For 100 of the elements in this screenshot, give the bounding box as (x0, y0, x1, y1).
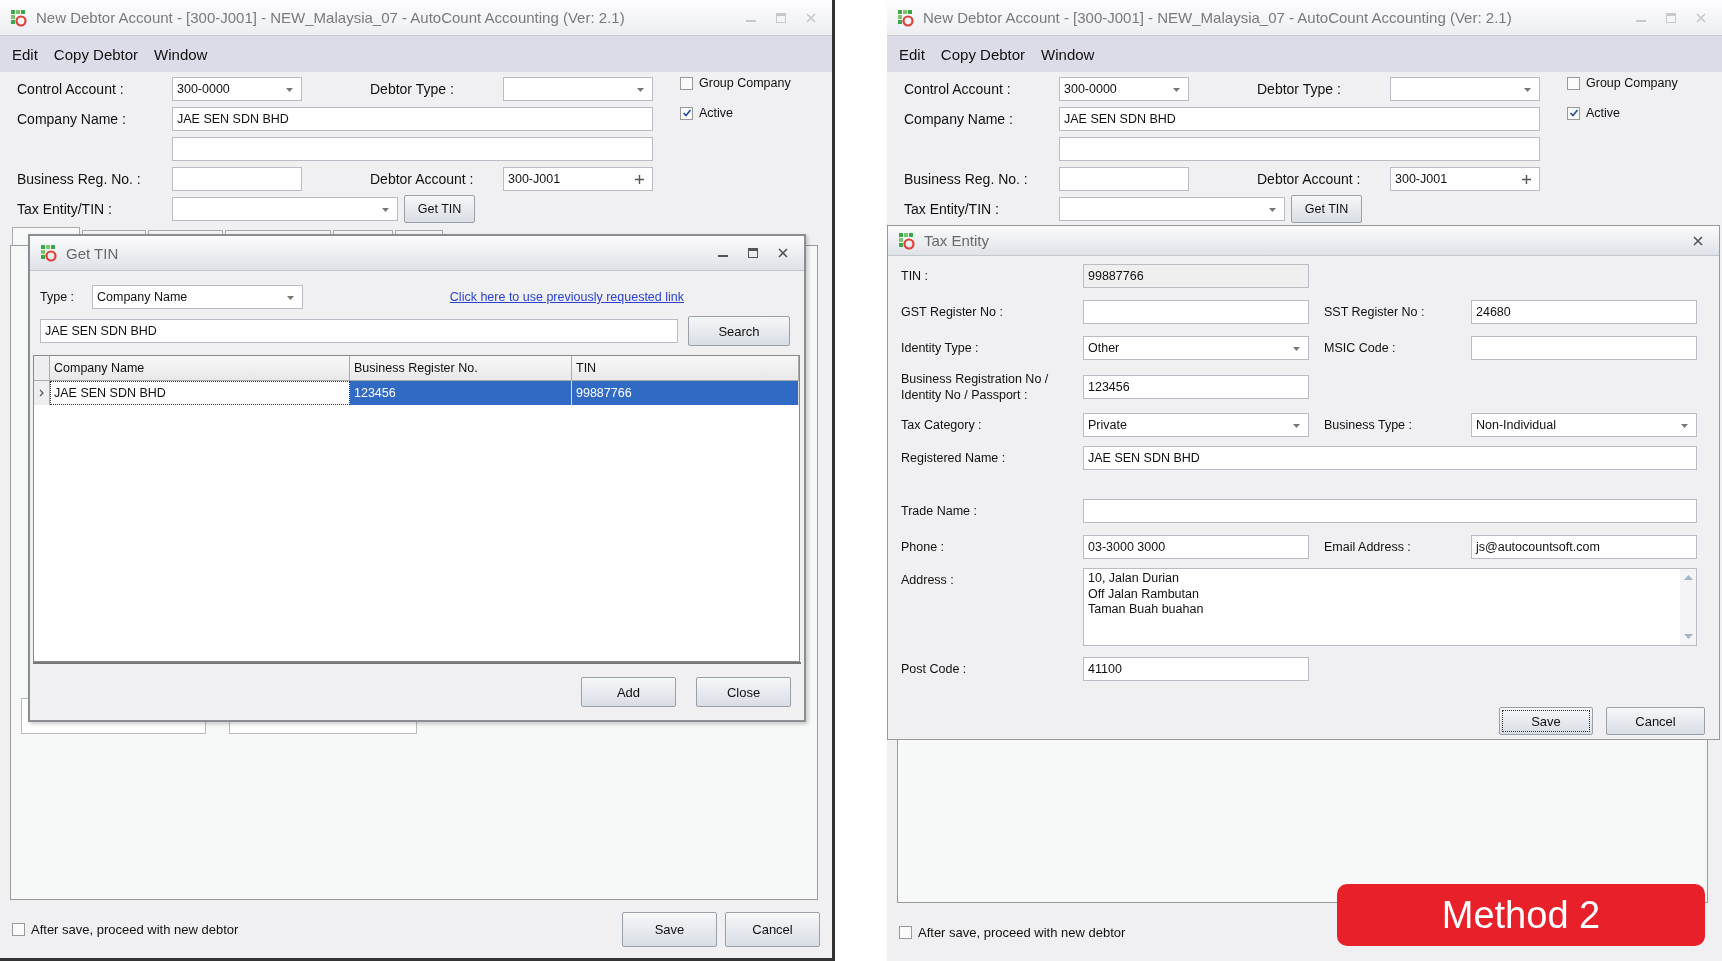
dropdown-field[interactable]: Other (1083, 336, 1309, 360)
get-tin-button[interactable]: Get TIN (1291, 195, 1362, 223)
menu-item[interactable]: Copy Debtor (53, 45, 139, 63)
caret-icon (1293, 347, 1300, 351)
menu-item[interactable]: Edit (899, 45, 925, 63)
field-label: TIN : (901, 268, 929, 284)
field-label: Business Type : (1324, 417, 1412, 433)
field-label: GST Register No : (901, 304, 1003, 320)
plus-icon[interactable] (1522, 175, 1531, 184)
text-field[interactable]: js@autocountsoft.com (1471, 535, 1697, 559)
menu-item[interactable]: Edit (12, 45, 38, 63)
method-badge: Method 2 (1337, 884, 1705, 946)
caret-icon (1524, 88, 1531, 92)
table-cell[interactable]: 99887766 (572, 381, 799, 405)
field-label: Tax Entity/TIN : (17, 201, 113, 217)
dropdown-field[interactable]: Private (1083, 413, 1309, 437)
column-header[interactable]: TIN (572, 356, 799, 380)
search-button[interactable]: Search (688, 316, 790, 346)
caret-icon (286, 88, 293, 92)
text-field[interactable]: 123456 (1083, 375, 1309, 399)
checkbox-label: After save, proceed with new debtor (918, 924, 1126, 940)
dropdown-field[interactable]: Company Name (92, 285, 303, 309)
dropdown-field[interactable]: Non-Individual (1471, 413, 1697, 437)
checkbox-label: Group Company (699, 76, 791, 90)
checkbox-label: Active (699, 106, 734, 120)
caret-icon (637, 88, 644, 92)
checkbox[interactable] (12, 922, 25, 936)
caret-icon (1293, 424, 1300, 428)
dropdown-field[interactable] (1390, 77, 1540, 101)
app-icon (10, 8, 28, 27)
checkbox[interactable] (899, 925, 912, 939)
table-cell[interactable]: JAE SEN SDN BHD (50, 381, 350, 405)
field-label: Tax Category : (901, 417, 982, 433)
window-title: New Debtor Account - [300-J001] - NEW_Malaysia_07 - AutoCount Accounting (Ver: 2.1) (36, 9, 625, 26)
menu-item[interactable]: Window (154, 45, 208, 63)
dropdown-field[interactable]: 300-0000 (1059, 77, 1189, 101)
dialog-button[interactable]: Close (696, 677, 791, 707)
window-title: New Debtor Account - [300-J001] - NEW_Malaysia_07 - AutoCount Accounting (Ver: 2.1) (923, 9, 1512, 26)
field-label: Debtor Type : (1257, 81, 1342, 97)
text-field[interactable] (1059, 137, 1540, 161)
field-label: Email Address : (1324, 539, 1411, 555)
field-label: Phone : (901, 539, 945, 555)
checkbox-label: After save, proceed with new debtor (31, 921, 239, 937)
text-field[interactable]: 24680 (1471, 300, 1697, 324)
dropdown-field[interactable] (172, 197, 398, 221)
field-label: Debtor Type : (370, 81, 455, 97)
checkbox[interactable] (680, 76, 693, 90)
text-field[interactable]: JAE SEN SDN BHD (1059, 107, 1540, 131)
text-field[interactable]: 03-3000 3000 (1083, 535, 1309, 559)
text-field[interactable] (1471, 336, 1697, 360)
footer-button[interactable]: Save (622, 911, 717, 947)
address-text: 10, Jalan Durian Off Jalan Rambutan Taman Buah buahan (1087, 570, 1205, 618)
scroll-up-icon[interactable] (1683, 575, 1693, 580)
close-icon[interactable] (1693, 235, 1703, 246)
plus-icon[interactable] (635, 175, 644, 184)
dialog-title: Tax Entity (924, 232, 990, 249)
text-field[interactable] (172, 167, 302, 191)
get-tin-button[interactable]: Get TIN (404, 195, 475, 223)
caret-icon (1173, 88, 1180, 92)
field-label: Identity Type : (901, 340, 979, 356)
dropdown-field[interactable] (503, 77, 653, 101)
app-icon (898, 231, 916, 250)
dialog-button[interactable]: Add (581, 677, 676, 707)
maximize-icon[interactable] (748, 248, 758, 258)
text-field[interactable]: JAE SEN SDN BHD (172, 107, 653, 131)
checkbox[interactable] (1567, 106, 1580, 120)
field-label: Company Name : (17, 111, 127, 127)
column-header[interactable]: Company Name (50, 356, 350, 380)
text-field[interactable] (1083, 300, 1309, 324)
field-label: Debtor Account : (370, 171, 475, 187)
table-cell[interactable]: 123456 (350, 381, 572, 405)
text-field[interactable]: JAE SEN SDN BHD (1083, 446, 1697, 470)
link[interactable]: Click here to use previously requested link (449, 290, 684, 304)
field-label: Business Registration No / Identity No / Passport : (901, 371, 1050, 403)
dropdown-field[interactable]: 300-0000 (172, 77, 302, 101)
text-field[interactable]: 41100 (1083, 657, 1309, 681)
scrollbar[interactable] (1680, 569, 1696, 645)
search-field[interactable]: JAE SEN SDN BHD (40, 319, 678, 343)
close-icon[interactable] (778, 248, 788, 258)
chevron-icon (39, 389, 44, 397)
text-field[interactable]: 300-J001 (503, 167, 653, 191)
scroll-down-icon[interactable] (1683, 634, 1693, 639)
menu-item[interactable]: Window (1041, 45, 1095, 63)
text-field[interactable] (1083, 499, 1697, 523)
menu-item[interactable]: Copy Debtor (940, 45, 1026, 63)
field-label: Business Reg. No. : (17, 171, 142, 187)
text-field[interactable] (172, 137, 653, 161)
row-indicator[interactable] (34, 381, 50, 405)
footer-button[interactable]: Cancel (725, 911, 820, 947)
field-label: Type : (40, 290, 76, 304)
text-field[interactable]: 300-J001 (1390, 167, 1540, 191)
checkbox[interactable] (1567, 76, 1580, 90)
app-icon (40, 244, 58, 262)
dialog-button[interactable]: Save (1499, 707, 1593, 735)
dialog-button[interactable]: Cancel (1606, 707, 1705, 735)
checkbox[interactable] (680, 106, 693, 120)
column-header[interactable]: Business Register No. (350, 356, 572, 380)
text-field[interactable] (1059, 167, 1189, 191)
address-field[interactable]: 10, Jalan Durian Off Jalan Rambutan Taman Buah buahan (1083, 568, 1697, 646)
dropdown-field[interactable] (1059, 197, 1285, 221)
